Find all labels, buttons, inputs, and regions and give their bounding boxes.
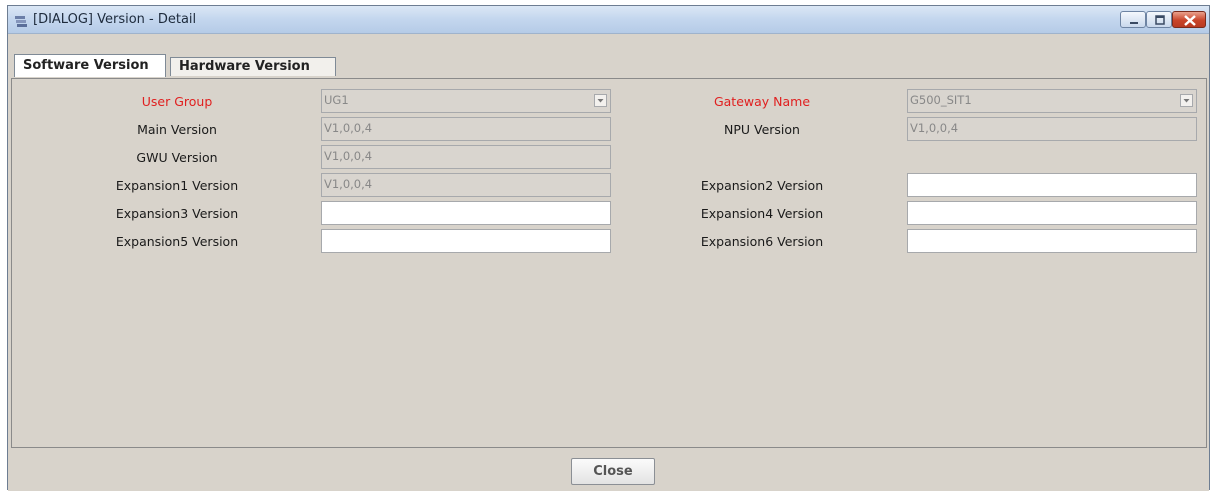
expansion2-version-field[interactable] [907, 173, 1197, 197]
app-icon [14, 13, 28, 27]
button-bar: Close [8, 448, 1209, 491]
expansion3-version-label: Expansion3 Version [115, 206, 239, 221]
expansion5-version-field[interactable] [321, 229, 611, 253]
minimize-button[interactable] [1120, 11, 1146, 28]
main-version-label: Main Version [137, 122, 217, 137]
gwu-version-label: GWU Version [136, 150, 218, 165]
maximize-button[interactable] [1146, 11, 1172, 28]
expansion1-version-label: Expansion1 Version [115, 178, 239, 193]
software-version-panel: User Group UG1 Main Version V1,0,0,4 GWU… [11, 78, 1207, 448]
expansion1-version-field[interactable]: V1,0,0,4 [321, 173, 611, 197]
expansion6-version-label: Expansion6 Version [700, 234, 824, 249]
expansion4-version-label: Expansion4 Version [700, 206, 824, 221]
main-version-field[interactable]: V1,0,0,4 [321, 117, 611, 141]
chevron-down-icon[interactable] [1180, 94, 1193, 107]
tab-hardware-version[interactable]: Hardware Version [170, 57, 336, 76]
gateway-name-combo[interactable]: G500_SIT1 [907, 89, 1197, 113]
window-title: [DIALOG] Version - Detail [33, 12, 197, 27]
expansion6-version-field[interactable] [907, 229, 1197, 253]
gateway-name-value: G500_SIT1 [910, 93, 972, 107]
tab-software-version[interactable]: Software Version [14, 54, 166, 77]
chevron-down-icon[interactable] [594, 94, 607, 107]
user-group-combo[interactable]: UG1 [321, 89, 611, 113]
expansion3-version-field[interactable] [321, 201, 611, 225]
user-group-label: User Group [141, 94, 213, 109]
close-window-button[interactable] [1172, 11, 1206, 28]
npu-version-field[interactable]: V1,0,0,4 [907, 117, 1197, 141]
gwu-version-field[interactable]: V1,0,0,4 [321, 145, 611, 169]
title-bar[interactable]: [DIALOG] Version - Detail [8, 6, 1209, 34]
expansion5-version-label: Expansion5 Version [115, 234, 239, 249]
gateway-name-label: Gateway Name [713, 94, 811, 109]
version-detail-dialog: [DIALOG] Version - Detail Software Versi… [7, 5, 1210, 491]
user-group-value: UG1 [324, 93, 349, 107]
npu-version-label: NPU Version [724, 122, 800, 137]
tab-bar: Software Version Hardware Version [12, 54, 1207, 77]
expansion4-version-field[interactable] [907, 201, 1197, 225]
close-button[interactable]: Close [571, 458, 655, 485]
expansion2-version-label: Expansion2 Version [700, 178, 824, 193]
